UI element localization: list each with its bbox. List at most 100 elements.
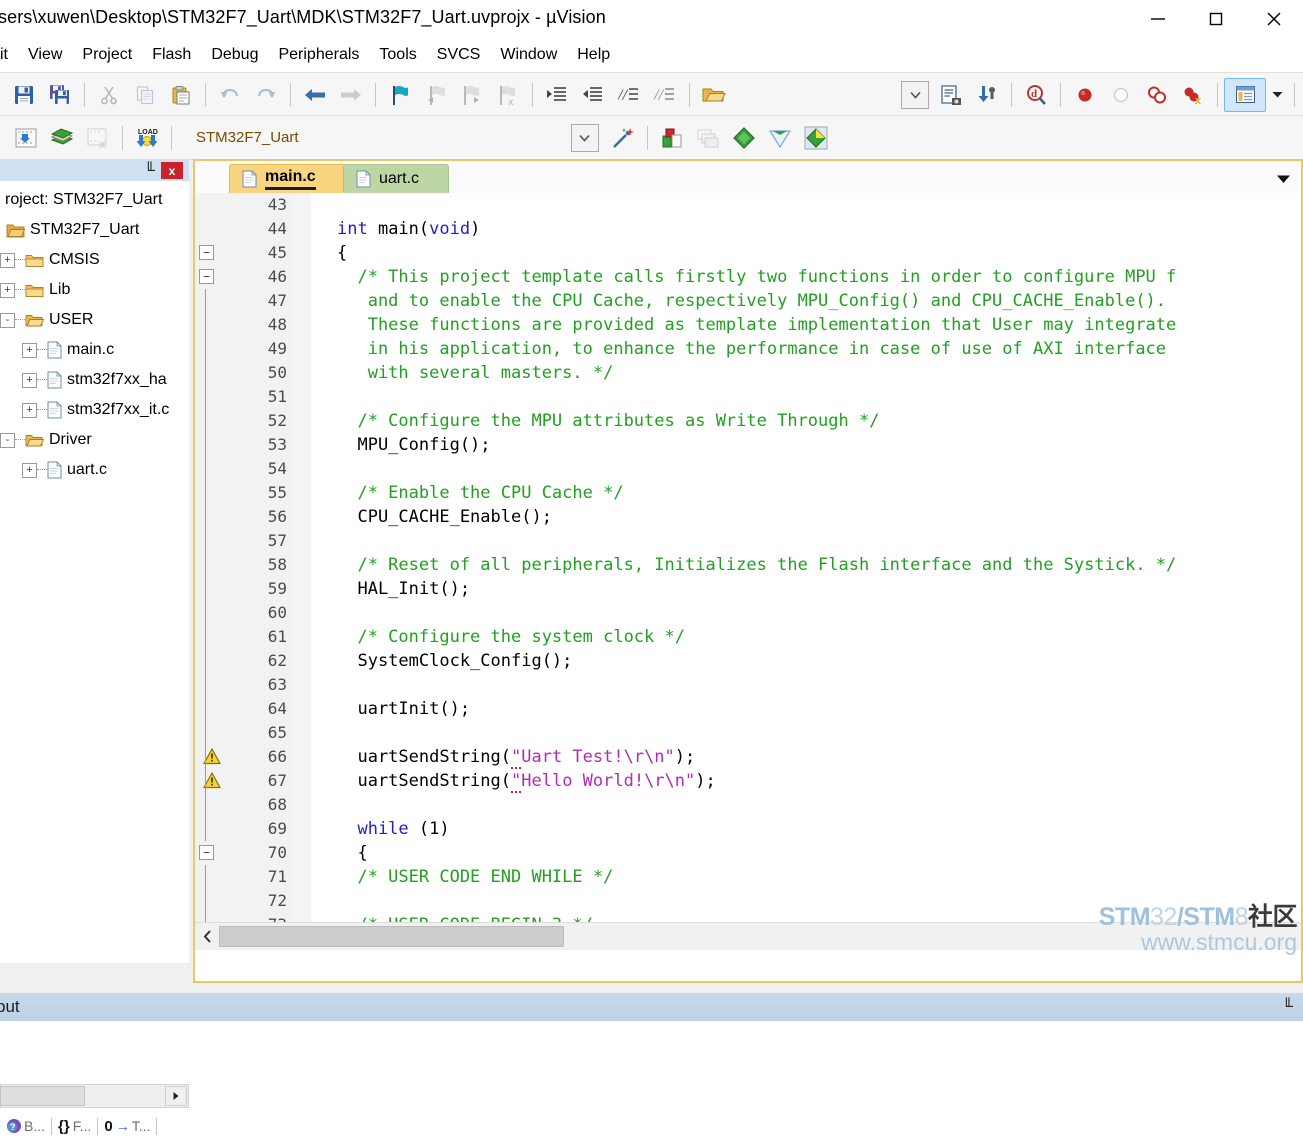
target-options-magic-wand-icon[interactable] bbox=[605, 120, 641, 156]
outdent-icon[interactable] bbox=[575, 77, 611, 113]
code-line[interactable]: 48 These functions are provided as templ… bbox=[195, 313, 1301, 337]
manage-project-items-icon[interactable] bbox=[690, 120, 726, 156]
bookmark-prev-icon[interactable] bbox=[418, 77, 454, 113]
save-all-icon[interactable] bbox=[42, 77, 78, 113]
expander-icon[interactable]: - bbox=[0, 432, 15, 448]
menu-help[interactable]: Help bbox=[567, 42, 620, 68]
tree-node-user[interactable]: - USER bbox=[0, 305, 189, 335]
fold-minus-icon[interactable]: − bbox=[199, 245, 214, 260]
comment-icon[interactable]: // bbox=[611, 77, 647, 113]
breakpoint-disable-all-icon[interactable] bbox=[1139, 77, 1175, 113]
code-line[interactable]: 56 CPU_CACHE_Enable(); bbox=[195, 505, 1301, 529]
code-line[interactable]: 64 uartInit(); bbox=[195, 697, 1301, 721]
tree-node-hal[interactable]: + stm32f7xx_ha bbox=[0, 365, 189, 395]
debug-settings-icon[interactable] bbox=[969, 77, 1005, 113]
functions-tab[interactable]: {} F... bbox=[52, 1118, 97, 1135]
tree-node-driver[interactable]: - Driver bbox=[0, 425, 189, 455]
menu-tools[interactable]: Tools bbox=[369, 42, 426, 68]
code-line[interactable]: 67 uartSendString("Hello World!\r\n"); bbox=[195, 769, 1301, 793]
paste-icon[interactable] bbox=[163, 77, 199, 113]
chevron-left-icon[interactable] bbox=[195, 924, 219, 949]
code-line[interactable]: 55 /* Enable the CPU Cache */ bbox=[195, 481, 1301, 505]
pin-icon[interactable]: ╙ bbox=[1282, 998, 1293, 1015]
pin-icon[interactable]: ╙ bbox=[144, 162, 155, 179]
bookmark-next-icon[interactable] bbox=[454, 77, 490, 113]
expander-icon[interactable]: + bbox=[22, 462, 37, 478]
find-in-files-icon[interactable]: d bbox=[1018, 77, 1054, 113]
code-line[interactable]: 47 and to enable the CPU Cache, respecti… bbox=[195, 289, 1301, 313]
code-line[interactable]: 69 while (1) bbox=[195, 817, 1301, 841]
pack-installer-white-icon[interactable] bbox=[762, 120, 798, 156]
tree-node-cmsis[interactable]: + CMSIS bbox=[0, 245, 189, 275]
code-line[interactable]: 60 bbox=[195, 601, 1301, 625]
redo-icon[interactable] bbox=[248, 77, 284, 113]
build-icon[interactable] bbox=[44, 120, 80, 156]
templates-tab[interactable]: 0 → T... bbox=[98, 1118, 156, 1135]
configuration-wizard-icon[interactable] bbox=[933, 77, 969, 113]
menu-view[interactable]: View bbox=[18, 42, 72, 68]
code-line[interactable]: 71 /* USER CODE END WHILE */ bbox=[195, 865, 1301, 889]
expander-icon[interactable]: + bbox=[22, 402, 37, 418]
fold-minus-icon[interactable]: − bbox=[199, 845, 214, 860]
undo-icon[interactable] bbox=[212, 77, 248, 113]
open-folder-icon[interactable] bbox=[696, 77, 732, 113]
indent-icon[interactable] bbox=[539, 77, 575, 113]
copy-icon[interactable] bbox=[127, 77, 163, 113]
code-line[interactable]: 62 SystemClock_Config(); bbox=[195, 649, 1301, 673]
menu-peripherals[interactable]: Peripherals bbox=[268, 42, 369, 68]
tree-node-lib[interactable]: + Lib bbox=[0, 275, 189, 305]
fold-minus-icon[interactable]: − bbox=[199, 269, 214, 284]
code-line[interactable]: 45−{ bbox=[195, 241, 1301, 265]
pack-installer-green-icon[interactable] bbox=[726, 120, 762, 156]
code-line[interactable]: 53 MPU_Config(); bbox=[195, 433, 1301, 457]
navigate-forward-icon[interactable] bbox=[333, 77, 369, 113]
code-line[interactable]: 58 /* Reset of all peripherals, Initiali… bbox=[195, 553, 1301, 577]
uncomment-icon[interactable]: // bbox=[647, 77, 683, 113]
menu-project[interactable]: Project bbox=[72, 42, 142, 68]
manage-runtime-environment-icon[interactable] bbox=[654, 120, 690, 156]
bookmark-toggle-icon[interactable] bbox=[382, 77, 418, 113]
tree-node-target[interactable]: STM32F7_Uart bbox=[0, 215, 189, 245]
code-line[interactable]: 63 bbox=[195, 673, 1301, 697]
code-line[interactable]: 49 in his application, to enhance the pe… bbox=[195, 337, 1301, 361]
breakpoint-kill-all-icon[interactable]: x bbox=[1175, 77, 1211, 113]
breakpoint-insert-icon[interactable] bbox=[1067, 77, 1103, 113]
code-line[interactable]: 59 HAL_Init(); bbox=[195, 577, 1301, 601]
navigate-back-icon[interactable] bbox=[297, 77, 333, 113]
window-layout-dropdown-icon[interactable] bbox=[1266, 77, 1288, 113]
menu-edit[interactable]: it bbox=[0, 42, 18, 68]
menu-window[interactable]: Window bbox=[490, 42, 567, 68]
download-icon[interactable]: LOAD bbox=[129, 120, 165, 156]
tree-node-it[interactable]: + stm32f7xx_it.c bbox=[0, 395, 189, 425]
code-line[interactable]: 70− { bbox=[195, 841, 1301, 865]
pack-installer-multi-icon[interactable] bbox=[798, 120, 834, 156]
expander-icon[interactable]: + bbox=[22, 372, 37, 388]
maximize-button[interactable] bbox=[1187, 0, 1245, 38]
minimize-button[interactable] bbox=[1129, 0, 1187, 38]
translate-icon[interactable] bbox=[8, 120, 44, 156]
menu-svcs[interactable]: SVCS bbox=[427, 42, 491, 68]
tree-node-uartc[interactable]: + uart.c bbox=[0, 455, 189, 485]
tree-node-mainc[interactable]: + main.c bbox=[0, 335, 189, 365]
arrow-right-icon[interactable] bbox=[165, 1086, 187, 1106]
code-line[interactable]: 52 /* Configure the MPU attributes as Wr… bbox=[195, 409, 1301, 433]
scrollbar-thumb[interactable] bbox=[0, 1086, 85, 1106]
configure-dropdown-icon[interactable] bbox=[897, 77, 933, 113]
code-view[interactable]: 43 44 int main(void) 45−{46− /* This projec… bbox=[195, 193, 1301, 950]
chevron-down-icon[interactable] bbox=[1276, 171, 1291, 189]
save-icon[interactable] bbox=[6, 77, 42, 113]
code-line[interactable]: 66 uartSendString("Uart Test!\r\n"); bbox=[195, 745, 1301, 769]
expander-icon[interactable]: - bbox=[0, 312, 15, 328]
close-button[interactable] bbox=[1245, 0, 1303, 38]
books-tab[interactable]: ? B... bbox=[0, 1117, 51, 1135]
code-line[interactable]: 51 bbox=[195, 385, 1301, 409]
scrollbar-thumb[interactable] bbox=[219, 926, 564, 947]
code-line[interactable]: 43 bbox=[195, 193, 1301, 217]
bookmark-clear-icon[interactable]: x bbox=[490, 77, 526, 113]
close-icon[interactable]: x bbox=[161, 162, 183, 179]
project-hscrollbar[interactable] bbox=[0, 1084, 189, 1108]
expander-icon[interactable]: + bbox=[0, 252, 15, 268]
menu-debug[interactable]: Debug bbox=[201, 42, 268, 68]
code-line[interactable]: 68 bbox=[195, 793, 1301, 817]
breakpoint-enable-icon[interactable] bbox=[1103, 77, 1139, 113]
